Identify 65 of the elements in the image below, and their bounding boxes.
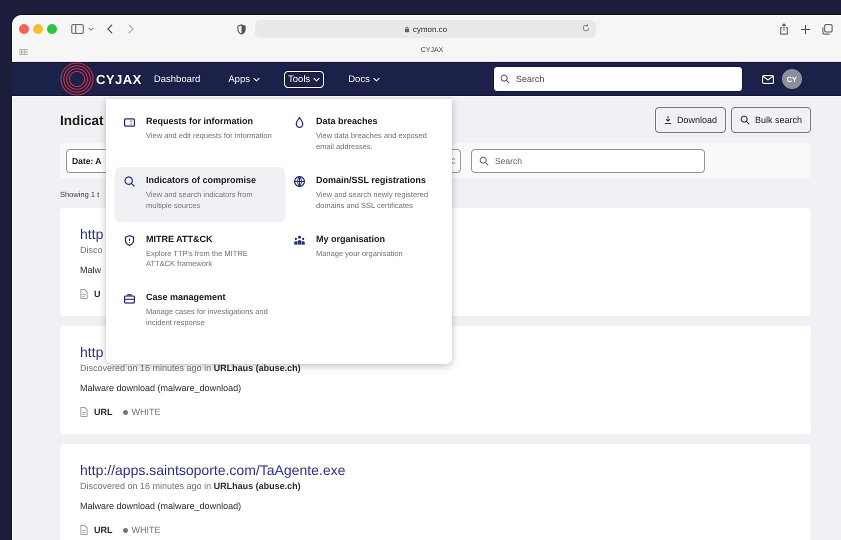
tabs-icon[interactable] (822, 24, 833, 34)
logo[interactable]: CYJAX (60, 62, 142, 96)
file-icon (80, 407, 88, 417)
download-button[interactable]: Download (654, 107, 726, 133)
globe-icon (293, 174, 306, 188)
grid-icon[interactable] (19, 49, 28, 55)
search-icon (479, 156, 489, 166)
search-icon (740, 115, 750, 125)
search-field[interactable]: Search (494, 67, 742, 91)
nav-item[interactable]: Apps (224, 70, 264, 88)
menu-item-title: Domain/SSL registrations (316, 174, 427, 185)
address-bar[interactable]: cymon.co (255, 20, 596, 38)
people-icon (293, 234, 306, 246)
menu-item-title: Requests for information (146, 116, 254, 126)
drop-icon (293, 116, 306, 129)
lock-icon (404, 26, 410, 32)
download-icon (664, 116, 672, 124)
chevron-down-icon (253, 76, 260, 82)
page-title: Indicat (60, 112, 104, 128)
back-icon[interactable] (107, 24, 113, 34)
tlp-dot (122, 410, 128, 414)
tlp-label: WHITE (132, 525, 160, 535)
menu-item-title: Data breaches (316, 116, 379, 126)
search-icon (123, 174, 136, 188)
indicator-link[interactable]: http://apps.saintsoporte.com/TaAgente.exe (80, 462, 346, 478)
discovered-text: Discovered on 16 minutes ago in URLhaus (abuse.ch) (80, 363, 301, 373)
share-icon[interactable] (779, 23, 789, 35)
search-field[interactable]: Search (471, 148, 705, 172)
description-text: Malware download (malware_download) (80, 501, 242, 511)
url-text: cymon.co (412, 24, 448, 34)
tlp-label: WHITE (132, 407, 160, 417)
nav-item[interactable]: Tools (284, 70, 324, 88)
menu-item-title: MITRE ATT&CK (146, 234, 214, 244)
type-label: URL (94, 525, 112, 535)
menu-item-title: Case management (146, 292, 227, 302)
discovered-text: Discovered on 16 minutes ago in URLhaus (abuse.ch) (80, 481, 301, 491)
bulk-search-button[interactable]: Bulk search (730, 107, 811, 133)
plus-icon[interactable] (801, 24, 810, 34)
description-text: Malw (80, 265, 102, 275)
nav-item[interactable]: Docs (344, 70, 384, 88)
file-icon (80, 289, 88, 299)
indicator-link[interactable]: http (80, 226, 104, 242)
chevron-down-icon (372, 76, 380, 82)
ticket-icon (123, 116, 136, 129)
discovered-text: Disco (80, 245, 103, 255)
sidebar-icon[interactable] (71, 24, 84, 34)
type-label: U (94, 289, 100, 299)
up-down-icon (451, 156, 456, 164)
shield-icon (123, 234, 136, 246)
shield-icon[interactable] (237, 24, 246, 34)
menu-item-title: My organisation (316, 234, 386, 244)
description-text: Malware download (malware_download) (80, 383, 242, 393)
briefcase-icon (123, 292, 136, 306)
chevron-down-icon (313, 76, 320, 82)
chevron-down-icon[interactable] (88, 27, 94, 31)
menu-item-title: Indicators of compromise (146, 174, 258, 185)
mail-icon[interactable] (762, 74, 774, 84)
close-icon[interactable] (19, 24, 29, 34)
tlp-dot (122, 528, 128, 532)
nav-item[interactable]: Dashboard (150, 70, 204, 88)
type-label: URL (94, 407, 112, 417)
file-icon (80, 525, 88, 535)
reload-icon[interactable] (582, 24, 590, 32)
indicator-link[interactable]: http (80, 344, 104, 360)
search-icon (500, 74, 510, 84)
